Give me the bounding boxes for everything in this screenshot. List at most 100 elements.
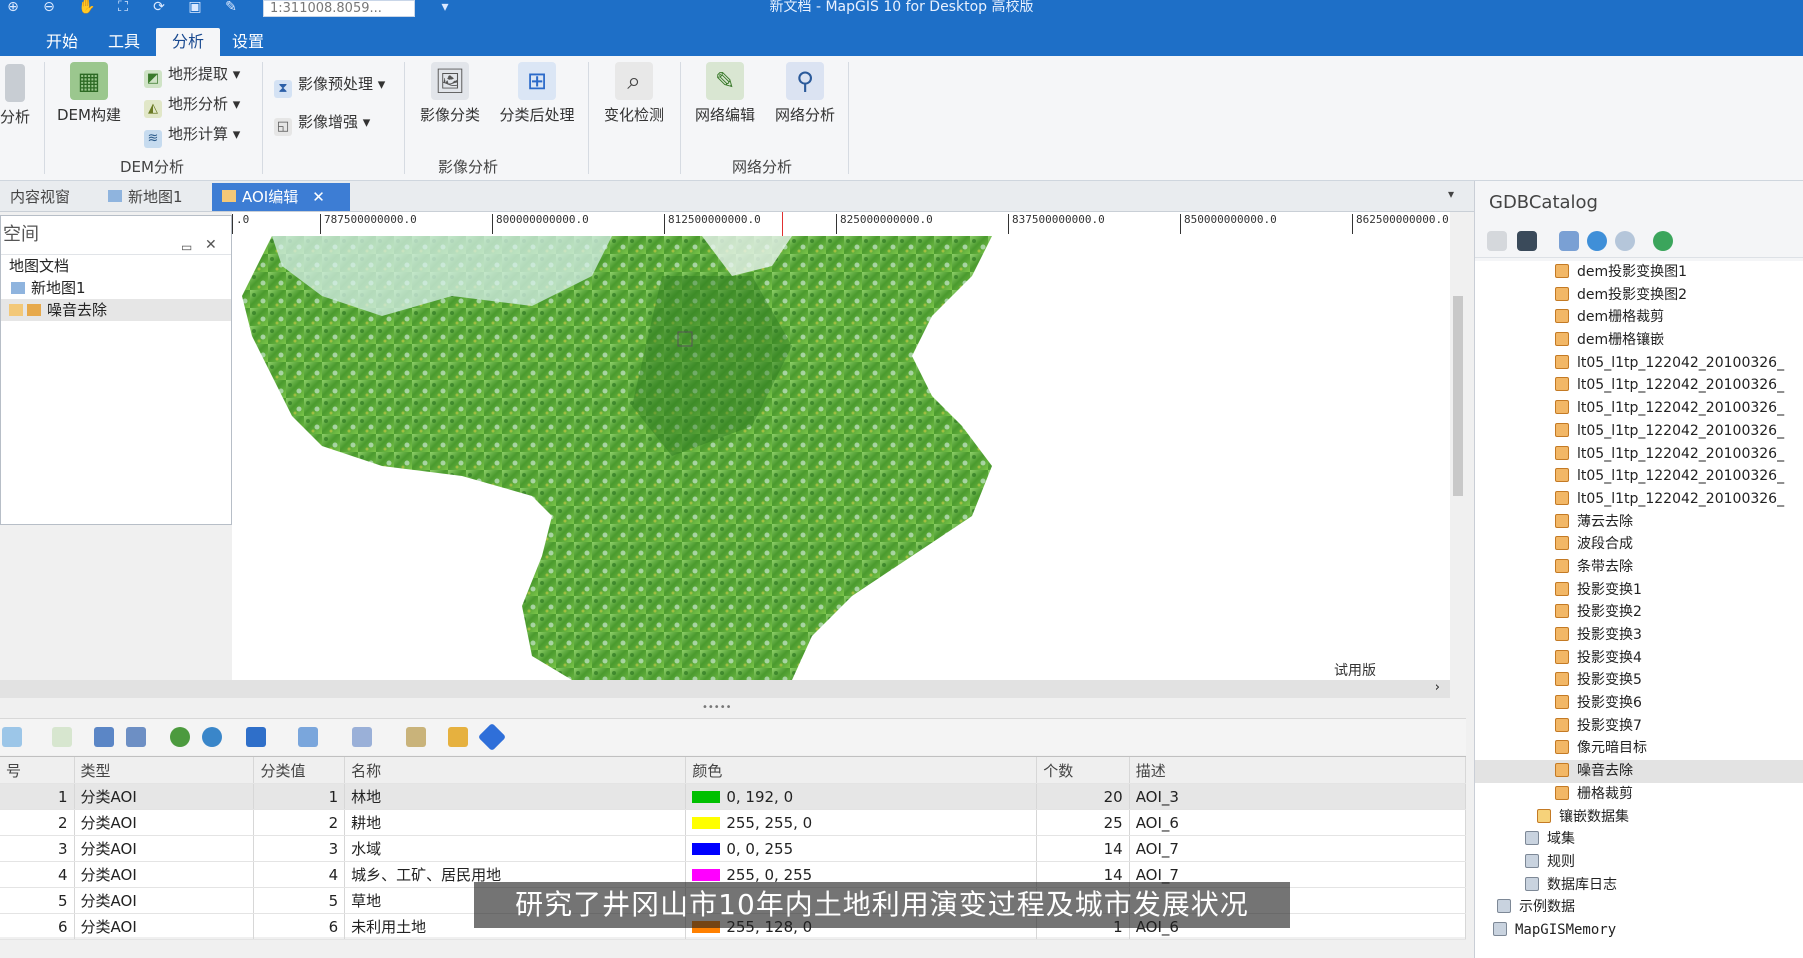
tree-item-map-doc[interactable]: 地图文档 [1, 255, 231, 277]
chevron-right-icon[interactable]: › [1435, 680, 1440, 695]
catalog-item[interactable]: 薄云去除 [1475, 511, 1803, 534]
catalog-item[interactable]: 条带去除 [1475, 556, 1803, 579]
catalog-item[interactable]: 数据库日志 [1475, 874, 1803, 897]
cell-type[interactable]: 分类AOI [74, 887, 255, 914]
tab-new-map1[interactable]: 新地图1 [98, 183, 193, 211]
map-horizontal-scrollbar[interactable]: › [0, 680, 1450, 698]
cell-type[interactable]: 分类AOI [74, 861, 255, 888]
cell-value[interactable]: 5 [253, 887, 346, 914]
cell-desc[interactable]: AOI_6 [1129, 809, 1467, 836]
cell-desc[interactable]: AOI_3 [1129, 783, 1467, 810]
catalog-item[interactable]: 投影变换1 [1475, 579, 1803, 602]
catalog-item[interactable]: 投影变换7 [1475, 715, 1803, 738]
col-header-value[interactable]: 分类值 [253, 757, 346, 784]
catalog-item[interactable]: MapGISMemory [1475, 919, 1803, 942]
map-canvas[interactable]: 试用版 [232, 236, 1450, 680]
network-analysis-button[interactable]: ⚲ 网络分析 [768, 62, 842, 125]
cell-value[interactable]: 2 [253, 809, 346, 836]
polygon-icon[interactable] [298, 727, 318, 747]
catalog-item[interactable]: 域集 [1475, 828, 1803, 851]
analysis-partial-button[interactable]: 分析 [0, 64, 30, 127]
catalog-item[interactable]: lt05_l1tp_122042_20100326_ [1475, 374, 1803, 397]
close-icon[interactable]: ✕ [205, 226, 217, 264]
window-icon[interactable] [1559, 231, 1579, 251]
catalog-item[interactable]: dem投影变换图1 [1475, 261, 1803, 284]
save-icon[interactable] [94, 727, 114, 747]
redo-icon[interactable] [202, 727, 222, 747]
terrain-extract-button[interactable]: ◩ 地形提取 ▾ [144, 62, 240, 88]
cell-value[interactable]: 4 [253, 861, 346, 888]
catalog-item[interactable]: 投影变换4 [1475, 647, 1803, 670]
table-row[interactable]: 1 分类AOI 1 林地 0, 192, 0 20 AOI_3 [0, 783, 1467, 810]
cell-type[interactable]: 分类AOI [74, 809, 255, 836]
post-classify-button[interactable]: ⊞ 分类后处理 [494, 62, 580, 125]
search-icon[interactable] [1615, 231, 1635, 251]
image-classify-button[interactable]: 🖼 影像分类 [412, 62, 488, 125]
splitter-handle[interactable]: ••••• [702, 702, 732, 713]
catalog-item[interactable]: dem栅格镶嵌 [1475, 329, 1803, 352]
cell-id[interactable]: 2 [0, 809, 75, 836]
cell-id[interactable]: 6 [0, 913, 75, 940]
catalog-item[interactable]: lt05_l1tp_122042_20100326_ [1475, 420, 1803, 443]
cell-id[interactable]: 4 [0, 861, 75, 888]
tab-content-view[interactable]: 内容视窗 [0, 183, 80, 211]
rectangle-icon[interactable] [246, 727, 266, 747]
refresh-icon[interactable] [1587, 231, 1607, 251]
cell-color[interactable]: 0, 0, 255 [685, 835, 1038, 862]
col-header-count[interactable]: 个数 [1036, 757, 1130, 784]
col-header-color[interactable]: 颜色 [685, 757, 1038, 784]
catalog-item[interactable]: 像元暗目标 [1475, 737, 1803, 760]
cell-type[interactable]: 分类AOI [74, 913, 255, 940]
catalog-item[interactable]: lt05_l1tp_122042_20100326_ [1475, 465, 1803, 488]
cell-name[interactable]: 林地 [344, 783, 687, 810]
cell-type[interactable]: 分类AOI [74, 783, 255, 810]
magic-wand-icon[interactable] [406, 727, 426, 747]
catalog-item[interactable]: 镶嵌数据集 [1475, 806, 1803, 829]
close-icon[interactable]: ✕ [312, 188, 325, 206]
catalog-item[interactable]: 波段合成 [1475, 533, 1803, 556]
cell-value[interactable]: 3 [253, 835, 346, 862]
cell-id[interactable]: 5 [0, 887, 75, 914]
col-header-id[interactable]: 号 [0, 757, 75, 784]
cell-name[interactable]: 耕地 [344, 809, 687, 836]
cell-color[interactable]: 0, 192, 0 [685, 783, 1038, 810]
catalog-item[interactable]: lt05_l1tp_122042_20100326_ [1475, 488, 1803, 511]
network-edit-button[interactable]: ✎ 网络编辑 [688, 62, 762, 125]
cell-name[interactable]: 水域 [344, 835, 687, 862]
cell-id[interactable]: 1 [0, 783, 75, 810]
col-header-name[interactable]: 名称 [344, 757, 687, 784]
catalog-item[interactable]: 投影变换3 [1475, 624, 1803, 647]
tab-analysis[interactable]: 分析 [156, 28, 221, 56]
table-row[interactable]: 3 分类AOI 3 水域 0, 0, 255 14 AOI_7 [0, 835, 1467, 862]
cell-id[interactable]: 3 [0, 835, 75, 862]
tab-settings[interactable]: 设置 [216, 28, 280, 56]
cell-count[interactable]: 20 [1036, 783, 1130, 810]
catalog-item[interactable]: lt05_l1tp_122042_20100326_ [1475, 397, 1803, 420]
catalog-item[interactable]: 噪音去除 [1475, 760, 1803, 783]
image-icon[interactable] [52, 727, 72, 747]
layer-visible-icon[interactable] [9, 304, 23, 316]
cell-type[interactable]: 分类AOI [74, 835, 255, 862]
col-header-desc[interactable]: 描述 [1129, 757, 1467, 784]
document-icon[interactable] [1487, 231, 1507, 251]
tree-item-noise-removal[interactable]: 噪音去除 [1, 299, 231, 321]
dem-build-button[interactable]: ▦ DEM构建 [54, 62, 124, 125]
table-row[interactable]: 2 分类AOI 2 耕地 255, 255, 0 25 AOI_6 [0, 809, 1467, 836]
cell-count[interactable]: 25 [1036, 809, 1130, 836]
cell-count[interactable]: 14 [1036, 835, 1130, 862]
erase-icon[interactable] [352, 727, 372, 747]
cell-desc[interactable]: AOI_7 [1129, 835, 1467, 862]
stack-icon[interactable] [448, 727, 468, 747]
catalog-item[interactable]: 栅格裁剪 [1475, 783, 1803, 806]
catalog-item[interactable]: 示例数据 [1475, 896, 1803, 919]
image-enhance-button[interactable]: ◱ 影像增强 ▾ [274, 110, 370, 136]
undo-icon[interactable] [170, 727, 190, 747]
tab-tools[interactable]: 工具 [92, 28, 156, 56]
restore-icon[interactable]: ▭ [181, 228, 192, 266]
change-detect-button[interactable]: ⌕ 变化检测 [594, 62, 674, 125]
cell-value[interactable]: 1 [253, 783, 346, 810]
scrollbar-thumb[interactable] [1453, 296, 1463, 496]
catalog-item[interactable]: dem栅格裁剪 [1475, 306, 1803, 329]
layer-select-icon[interactable] [2, 727, 22, 747]
terrain-analysis-button[interactable]: ◭ 地形分析 ▾ [144, 92, 240, 118]
